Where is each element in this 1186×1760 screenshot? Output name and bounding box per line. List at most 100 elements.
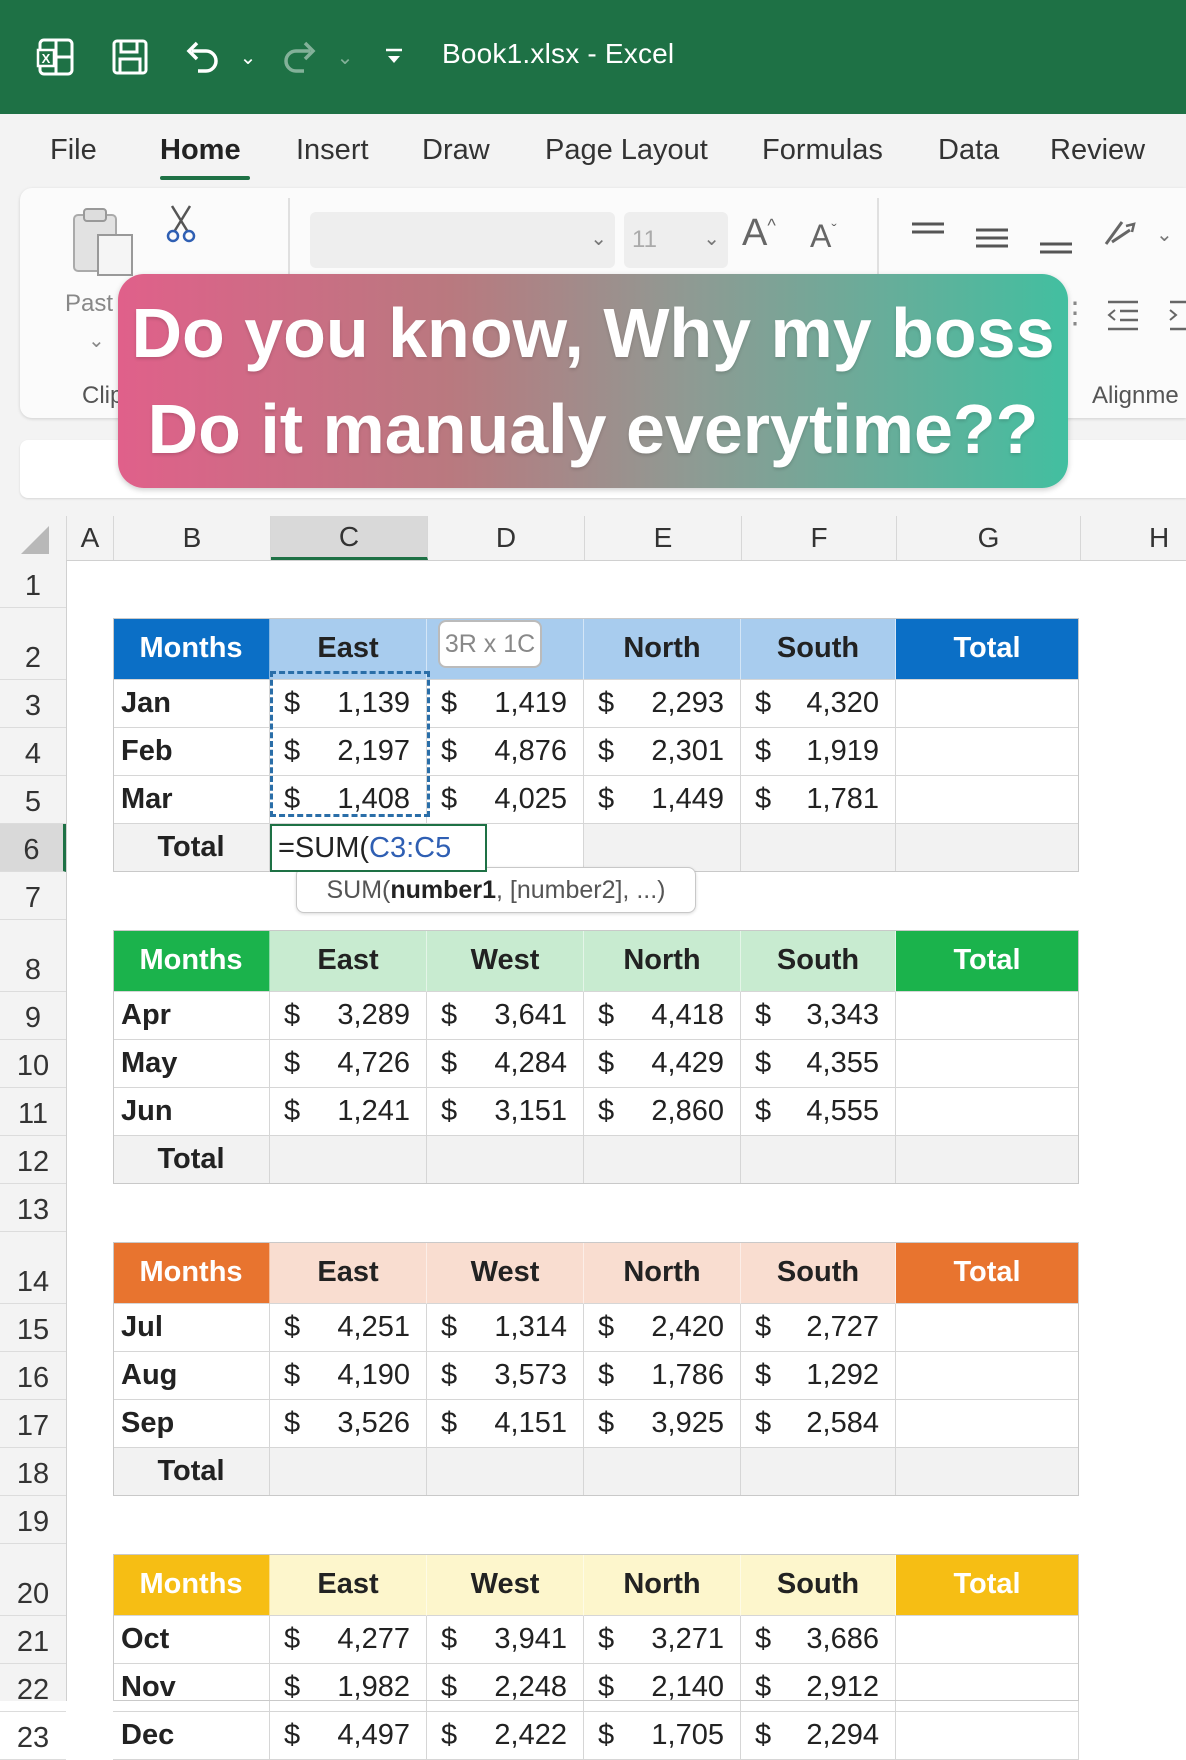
region-header[interactable]: West (427, 1242, 584, 1304)
month-cell[interactable]: Nov (113, 1664, 270, 1712)
region-header[interactable]: West (427, 1554, 584, 1616)
indent-increase-icon[interactable] (1168, 298, 1186, 337)
value-cell[interactable]: $4,429 (584, 1040, 741, 1088)
paste-icon[interactable] (70, 205, 136, 284)
total-cell[interactable] (741, 1448, 896, 1496)
value-cell[interactable]: $4,284 (427, 1040, 584, 1088)
row-header-2[interactable]: 2 (0, 608, 66, 680)
value-cell[interactable]: $4,726 (270, 1040, 427, 1088)
months-header[interactable]: Months (113, 618, 270, 680)
column-header-e[interactable]: E (585, 516, 742, 560)
total-cell[interactable] (896, 824, 1079, 872)
region-header[interactable]: West (427, 930, 584, 992)
value-cell[interactable]: $2,727 (741, 1304, 896, 1352)
column-header-g[interactable]: G (897, 516, 1081, 560)
total-row-label[interactable]: Total (113, 1136, 270, 1184)
redo-dropdown-chevron-icon[interactable]: ⌄ (333, 30, 357, 84)
row-header-1[interactable]: 1 (0, 560, 66, 608)
font-size-select[interactable]: 11 ⌄ (624, 212, 728, 268)
value-cell[interactable]: $3,343 (741, 992, 896, 1040)
tab-insert[interactable]: Insert (296, 134, 369, 167)
row-header-8[interactable]: 8 (0, 920, 66, 992)
row-header-21[interactable]: 21 (0, 1616, 66, 1664)
total-header[interactable]: Total (896, 618, 1079, 680)
increase-font-size-icon[interactable]: A^ (742, 212, 776, 255)
total-cell[interactable] (427, 1136, 584, 1184)
cut-icon[interactable] (164, 204, 198, 249)
value-cell[interactable]: $2,140 (584, 1664, 741, 1712)
row-total-cell[interactable] (896, 776, 1079, 824)
fn-hint-arg1[interactable]: number1 (390, 876, 496, 905)
row-header-6[interactable]: 6 (0, 824, 66, 872)
align-top-icon[interactable] (908, 218, 948, 253)
row-total-cell[interactable] (896, 1088, 1079, 1136)
value-cell[interactable]: $1,241 (270, 1088, 427, 1136)
row-header-16[interactable]: 16 (0, 1352, 66, 1400)
region-header[interactable]: East (270, 1242, 427, 1304)
total-header[interactable]: Total (896, 1554, 1079, 1616)
value-cell[interactable]: $2,860 (584, 1088, 741, 1136)
total-cell[interactable] (896, 1448, 1079, 1496)
total-header[interactable]: Total (896, 930, 1079, 992)
month-cell[interactable]: Jan (113, 680, 270, 728)
total-cell[interactable] (741, 1136, 896, 1184)
row-header-23[interactable]: 23 (0, 1712, 66, 1760)
tab-review[interactable]: Review (1050, 134, 1145, 167)
row-header-7[interactable]: 7 (0, 872, 66, 920)
total-row-label[interactable]: Total (113, 824, 270, 872)
month-cell[interactable]: Feb (113, 728, 270, 776)
font-name-select[interactable]: ⌄ (310, 212, 615, 268)
row-total-cell[interactable] (896, 1616, 1079, 1664)
region-header[interactable]: East (270, 1554, 427, 1616)
column-header-h[interactable]: H (1081, 516, 1186, 560)
row-header-5[interactable]: 5 (0, 776, 66, 824)
row-header-12[interactable]: 12 (0, 1136, 66, 1184)
tab-page-layout[interactable]: Page Layout (545, 134, 708, 167)
region-header[interactable]: East (270, 930, 427, 992)
row-total-cell[interactable] (896, 680, 1079, 728)
month-cell[interactable]: Mar (113, 776, 270, 824)
month-cell[interactable]: Jul (113, 1304, 270, 1352)
value-cell[interactable]: $1,781 (741, 776, 896, 824)
month-cell[interactable]: Oct (113, 1616, 270, 1664)
value-cell[interactable]: $2,422 (427, 1712, 584, 1760)
value-cell[interactable]: $2,301 (584, 728, 741, 776)
value-cell[interactable]: $4,025 (427, 776, 584, 824)
month-cell[interactable]: Apr (113, 992, 270, 1040)
column-header-a[interactable]: A (67, 516, 114, 560)
value-cell[interactable]: $3,526 (270, 1400, 427, 1448)
month-cell[interactable]: Aug (113, 1352, 270, 1400)
decrease-font-size-icon[interactable]: Aˇ (810, 218, 837, 255)
row-header-3[interactable]: 3 (0, 680, 66, 728)
value-cell[interactable]: $4,251 (270, 1304, 427, 1352)
region-header[interactable]: South (741, 1554, 896, 1616)
active-formula-cell[interactable]: =SUM(C3:C5 (270, 824, 487, 872)
value-cell[interactable]: $4,190 (270, 1352, 427, 1400)
month-cell[interactable]: Dec (113, 1712, 270, 1760)
total-cell[interactable] (584, 824, 741, 872)
row-total-cell[interactable] (896, 1040, 1079, 1088)
paste-dropdown-chevron-icon[interactable]: ⌄ (88, 328, 105, 353)
value-cell[interactable]: $1,314 (427, 1304, 584, 1352)
total-cell[interactable] (741, 824, 896, 872)
value-cell[interactable]: $1,419 (427, 680, 584, 728)
column-header-f[interactable]: F (742, 516, 897, 560)
total-cell[interactable] (584, 1136, 741, 1184)
paste-label[interactable]: Past (65, 290, 113, 318)
select-all-corner[interactable] (0, 516, 67, 560)
customize-toolbar-icon[interactable] (380, 30, 408, 84)
row-header-22[interactable]: 22 (0, 1664, 66, 1712)
row-total-cell[interactable] (896, 1304, 1079, 1352)
value-cell[interactable]: $2,248 (427, 1664, 584, 1712)
value-cell[interactable]: $4,355 (741, 1040, 896, 1088)
value-cell[interactable]: $2,293 (584, 680, 741, 728)
undo-dropdown-chevron-icon[interactable]: ⌄ (236, 30, 260, 84)
text-orientation-icon[interactable] (1100, 216, 1140, 257)
months-header[interactable]: Months (113, 1242, 270, 1304)
region-header[interactable]: North (584, 1242, 741, 1304)
value-cell[interactable]: $1,919 (741, 728, 896, 776)
total-cell[interactable] (427, 1448, 584, 1496)
region-header[interactable]: North (584, 930, 741, 992)
value-cell[interactable]: $4,151 (427, 1400, 584, 1448)
region-header[interactable]: North (584, 618, 741, 680)
